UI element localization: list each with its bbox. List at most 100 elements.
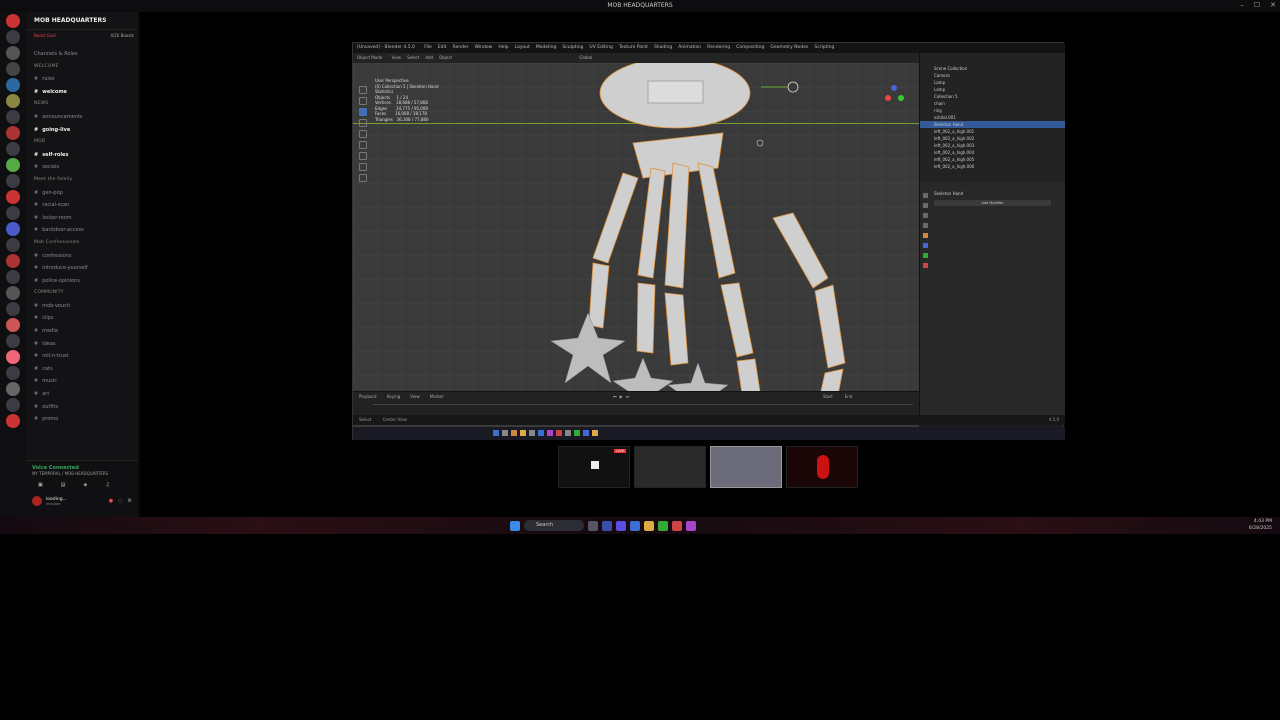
channel-item[interactable]: # announcements — [26, 111, 138, 124]
material-tab-icon[interactable] — [923, 263, 928, 268]
channel-item[interactable]: # gen-pop — [26, 187, 138, 200]
avatar[interactable] — [32, 496, 42, 506]
channel-item[interactable]: # music — [26, 375, 138, 388]
outliner-item[interactable]: Collection 5 — [920, 93, 1065, 100]
minimize-icon[interactable]: – — [1240, 1, 1244, 9]
mode-select[interactable]: Object Mode — [357, 55, 382, 60]
channel-item[interactable]: # racial-scan — [26, 199, 138, 212]
add-cube-tool-icon[interactable] — [359, 174, 367, 182]
cursor-tool-icon[interactable] — [359, 86, 367, 94]
app-icon[interactable] — [588, 520, 598, 531]
blender-menu-item[interactable]: Animation — [678, 45, 701, 50]
mute-icon[interactable]: ● — [109, 498, 113, 504]
channel-item[interactable]: # welcome — [26, 86, 138, 99]
blender-menu-item[interactable]: Modeling — [536, 45, 556, 50]
blender-menu-item[interactable]: Shading — [654, 45, 672, 50]
stream-thumbnail[interactable]: LIVE — [558, 446, 630, 488]
app-icon[interactable] — [547, 430, 553, 436]
server-icon[interactable] — [6, 14, 20, 28]
app-icon[interactable] — [686, 520, 696, 531]
3d-cursor[interactable] — [756, 139, 764, 147]
blender-menu-item[interactable]: Geometry Nodes — [770, 45, 808, 50]
output-tab-icon[interactable] — [923, 213, 928, 218]
start-icon[interactable] — [510, 520, 520, 531]
taskbar-search[interactable]: Search — [524, 520, 584, 531]
server-icon[interactable] — [6, 318, 20, 332]
channel-item[interactable]: # self-roles — [26, 149, 138, 162]
server-icon[interactable] — [6, 46, 20, 60]
outliner-item[interactable]: Skeleton Hand — [920, 121, 1065, 128]
app-icon[interactable] — [602, 520, 612, 531]
blender-menu-item[interactable]: Layout — [515, 45, 530, 50]
screen-share-icon[interactable]: ▤ — [61, 482, 66, 488]
server-name[interactable]: MOB HEADQUARTERS — [26, 12, 138, 30]
server-icon[interactable] — [6, 238, 20, 252]
channel-category[interactable]: COMMUNITY — [26, 287, 138, 300]
timeline-menu-item[interactable]: Keying — [387, 394, 400, 399]
app-icon[interactable] — [592, 430, 598, 436]
outliner-item[interactable]: left_002_a_high.001 — [920, 128, 1065, 135]
channel-item[interactable]: # locker-room — [26, 212, 138, 225]
close-icon[interactable]: ✕ — [1270, 1, 1276, 9]
blender-menu-item[interactable]: Scripting — [814, 45, 834, 50]
blender-menu-item[interactable]: Window — [475, 45, 493, 50]
server-icon[interactable] — [6, 78, 20, 92]
channel-category[interactable]: WELCOME — [26, 61, 138, 74]
outliner-item[interactable]: Camera — [920, 72, 1065, 79]
transform-tool-icon[interactable] — [359, 141, 367, 149]
app-icon[interactable] — [511, 430, 517, 436]
app-icon[interactable] — [529, 430, 535, 436]
modifier-tab-icon[interactable] — [923, 243, 928, 248]
select-box-tool-icon[interactable] — [359, 97, 367, 105]
server-icon[interactable] — [6, 350, 20, 364]
app-icon[interactable] — [520, 430, 526, 436]
server-icon[interactable] — [6, 254, 20, 268]
channel-item[interactable]: # clips — [26, 312, 138, 325]
server-icon[interactable] — [6, 190, 20, 204]
app-icon[interactable] — [574, 430, 580, 436]
channel-item[interactable]: # cats — [26, 363, 138, 376]
server-icon[interactable] — [6, 398, 20, 412]
channel-item[interactable]: # promo — [26, 413, 138, 426]
timeline-menu-item[interactable]: View — [410, 394, 420, 399]
app-icon[interactable] — [493, 430, 499, 436]
blender-menu-item[interactable]: Rendering — [707, 45, 730, 50]
server-icon[interactable] — [6, 222, 20, 236]
stream-thumbnail[interactable] — [710, 446, 782, 488]
3d-viewport[interactable]: User Perspective (0) Collection 5 | Skele… — [353, 63, 919, 431]
measure-tool-icon[interactable] — [359, 163, 367, 171]
move-tool-icon[interactable] — [359, 108, 367, 116]
maximize-icon[interactable]: ☐ — [1254, 1, 1260, 9]
jump-end-icon[interactable]: ⏭ — [626, 394, 630, 399]
app-icon[interactable] — [658, 520, 668, 531]
outliner-item[interactable]: left_002_a_high.003 — [920, 142, 1065, 149]
blender-menu-item[interactable]: Compositing — [736, 45, 764, 50]
server-icon[interactable] — [6, 286, 20, 300]
outliner-item[interactable]: Scene Collection — [920, 65, 1065, 72]
outliner-item[interactable]: left_002_a_high.006 — [920, 163, 1065, 170]
channel-item[interactable]: Channels & Roles — [26, 48, 138, 61]
tool-tab-icon[interactable] — [923, 193, 928, 198]
outliner-item[interactable]: orbital.001 — [920, 114, 1065, 121]
channel-item[interactable]: # socials — [26, 161, 138, 174]
blender-menu-item[interactable]: UV Editing — [589, 45, 612, 50]
blender-menu-item[interactable]: Help — [498, 45, 508, 50]
server-icon[interactable] — [6, 206, 20, 220]
channel-item[interactable]: # art — [26, 388, 138, 401]
app-icon[interactable] — [565, 430, 571, 436]
app-icon[interactable] — [556, 430, 562, 436]
channel-item[interactable]: # media — [26, 325, 138, 338]
jump-start-icon[interactable]: ⏮ — [613, 394, 617, 399]
outliner-item[interactable]: chain — [920, 100, 1065, 107]
gear-icon[interactable]: ⚙ — [128, 498, 132, 504]
server-icon[interactable] — [6, 62, 20, 76]
system-clock[interactable]: 4:43 PM 6/28/2025 — [1249, 518, 1272, 532]
channel-item[interactable]: # going-live — [26, 124, 138, 137]
viewport-menu-item[interactable]: Object — [439, 55, 452, 60]
object-tab-icon[interactable] — [923, 233, 928, 238]
outliner-item[interactable]: Lamp — [920, 79, 1065, 86]
server-icon[interactable] — [6, 334, 20, 348]
app-icon[interactable] — [502, 430, 508, 436]
channel-category[interactable]: NEWS — [26, 98, 138, 111]
blender-menu-item[interactable]: Sculpting — [562, 45, 583, 50]
